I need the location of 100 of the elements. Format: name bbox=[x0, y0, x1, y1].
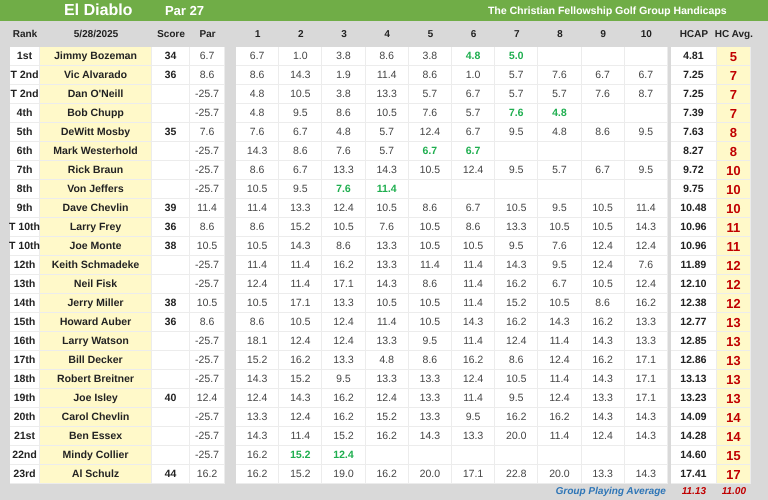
table-cell: 14.3 bbox=[236, 370, 280, 389]
table-cell: 9.5 bbox=[408, 332, 452, 351]
table-cell: -25.7 bbox=[190, 161, 225, 180]
table-cell: 13.13 bbox=[670, 370, 717, 389]
table-cell: 5.7 bbox=[495, 85, 538, 104]
table-cell: 17.1 bbox=[624, 370, 668, 389]
table-cell: 13.3 bbox=[582, 389, 625, 408]
table-cell: 13.3 bbox=[408, 408, 452, 427]
table-cell: 11.4 bbox=[452, 275, 496, 294]
table-cell: 15.2 bbox=[495, 294, 538, 313]
table-cell: 11.4 bbox=[236, 199, 280, 218]
table-cell: 10.5 bbox=[408, 237, 452, 256]
table-cell: 1.9 bbox=[322, 66, 366, 85]
table-cell: 8.7 bbox=[624, 85, 668, 104]
table-cell: 7 bbox=[716, 85, 751, 104]
table-cell: 9.72 bbox=[670, 161, 717, 180]
table-cell: 10.48 bbox=[670, 199, 717, 218]
table-cell: 12.4 bbox=[582, 256, 625, 275]
table-cell: 17 bbox=[716, 465, 751, 484]
table-cell: Jerry Miller bbox=[40, 294, 152, 313]
table-cell: 7th bbox=[10, 161, 40, 180]
table-cell: 13.3 bbox=[322, 351, 366, 370]
table-cell: 6th bbox=[10, 142, 40, 161]
table-cell: 6.7 bbox=[279, 123, 322, 142]
table-cell: 16th bbox=[10, 332, 40, 351]
table-cell: Joe Isley bbox=[40, 389, 152, 408]
table-cell: 12.77 bbox=[670, 313, 717, 332]
table-cell: Howard Auber bbox=[40, 313, 152, 332]
table-cell: 10.5 bbox=[366, 294, 409, 313]
table-cell: 5.7 bbox=[538, 85, 582, 104]
table-cell: 8.6 bbox=[452, 218, 496, 237]
table-cell: 12.4 bbox=[279, 408, 322, 427]
header-cell-text: 6 bbox=[470, 28, 478, 42]
table-cell: 12.4 bbox=[624, 237, 668, 256]
table-cell: 15.2 bbox=[322, 427, 366, 446]
table-cell: -25.7 bbox=[190, 85, 225, 104]
table-cell: 4.81 bbox=[670, 47, 717, 66]
table-cell: 9.5 bbox=[624, 161, 668, 180]
table-cell: 9.5 bbox=[279, 180, 322, 199]
table-cell: 8.6 bbox=[236, 218, 280, 237]
table-cell: 13.3 bbox=[366, 332, 409, 351]
table-cell: 23rd bbox=[10, 465, 40, 484]
table-cell: 13.3 bbox=[624, 332, 668, 351]
table-cell: 9.5 bbox=[495, 161, 538, 180]
table-cell: 10.5 bbox=[582, 275, 625, 294]
table-cell: 36 bbox=[152, 66, 190, 85]
table-cell: 6.7 bbox=[452, 123, 496, 142]
table-cell: 16.2 bbox=[495, 275, 538, 294]
table-cell: 7.6 bbox=[624, 256, 668, 275]
header-cell-text: 9 bbox=[599, 28, 607, 42]
table-cell: 13.3 bbox=[366, 256, 409, 275]
table-cell: 17.1 bbox=[322, 275, 366, 294]
table-cell: 20.0 bbox=[538, 465, 582, 484]
table-cell: 13 bbox=[716, 313, 751, 332]
table-cell: 12.4 bbox=[408, 123, 452, 142]
table-cell: 12.38 bbox=[670, 294, 717, 313]
table-cell: 11.4 bbox=[452, 389, 496, 408]
table-cell: 6.7 bbox=[452, 199, 496, 218]
table-cell: 10 bbox=[716, 199, 751, 218]
table-cell: 16.2 bbox=[495, 408, 538, 427]
table-cell: 14.3 bbox=[236, 142, 280, 161]
footer-label: Group Playing Average bbox=[556, 484, 666, 498]
table-cell: 11.4 bbox=[538, 370, 582, 389]
table-cell: 16.2 bbox=[236, 446, 280, 465]
table-cell: Jimmy Bozeman bbox=[40, 47, 152, 66]
table-cell: 10.5 bbox=[538, 218, 582, 237]
table-cell: 5.0 bbox=[495, 47, 538, 66]
par-title: Par 27 bbox=[165, 3, 206, 18]
table-cell: 17.1 bbox=[624, 351, 668, 370]
table-cell: 10.5 bbox=[538, 294, 582, 313]
table-cell: 14 bbox=[716, 408, 751, 427]
table-cell: 12.4 bbox=[322, 446, 366, 465]
table-cell: Neil Fisk bbox=[40, 275, 152, 294]
table-cell: 16.2 bbox=[322, 256, 366, 275]
table-cell: 7.63 bbox=[670, 123, 717, 142]
table-cell: 9.5 bbox=[538, 199, 582, 218]
table-cell: 12.4 bbox=[322, 313, 366, 332]
table-cell: 12.4 bbox=[322, 332, 366, 351]
table-cell: 7.6 bbox=[236, 123, 280, 142]
table-cell: 11.4 bbox=[279, 275, 322, 294]
table-cell: 10.5 bbox=[279, 85, 322, 104]
header-cell-text: HC Avg. bbox=[716, 28, 751, 42]
table-cell: 13 bbox=[716, 332, 751, 351]
table-cell: 9.5 bbox=[322, 370, 366, 389]
table-cell: 11.4 bbox=[279, 427, 322, 446]
table-cell: 5.7 bbox=[495, 66, 538, 85]
table-cell: 8th bbox=[10, 180, 40, 199]
table-cell: 22.8 bbox=[495, 465, 538, 484]
header-cell-text: Rank bbox=[12, 28, 38, 42]
table-cell: 11.4 bbox=[236, 256, 280, 275]
table-cell: 14th bbox=[10, 294, 40, 313]
table-cell: 14.60 bbox=[670, 446, 717, 465]
table-cell: 6.7 bbox=[408, 142, 452, 161]
table-cell: 8.6 bbox=[190, 313, 225, 332]
table-cell: 15.2 bbox=[279, 370, 322, 389]
table-cell: 8.6 bbox=[582, 123, 625, 142]
table-cell: 38 bbox=[152, 237, 190, 256]
table-cell: T 2nd bbox=[10, 85, 40, 104]
table-cell: -25.7 bbox=[190, 180, 225, 199]
table-cell: 9.5 bbox=[495, 389, 538, 408]
